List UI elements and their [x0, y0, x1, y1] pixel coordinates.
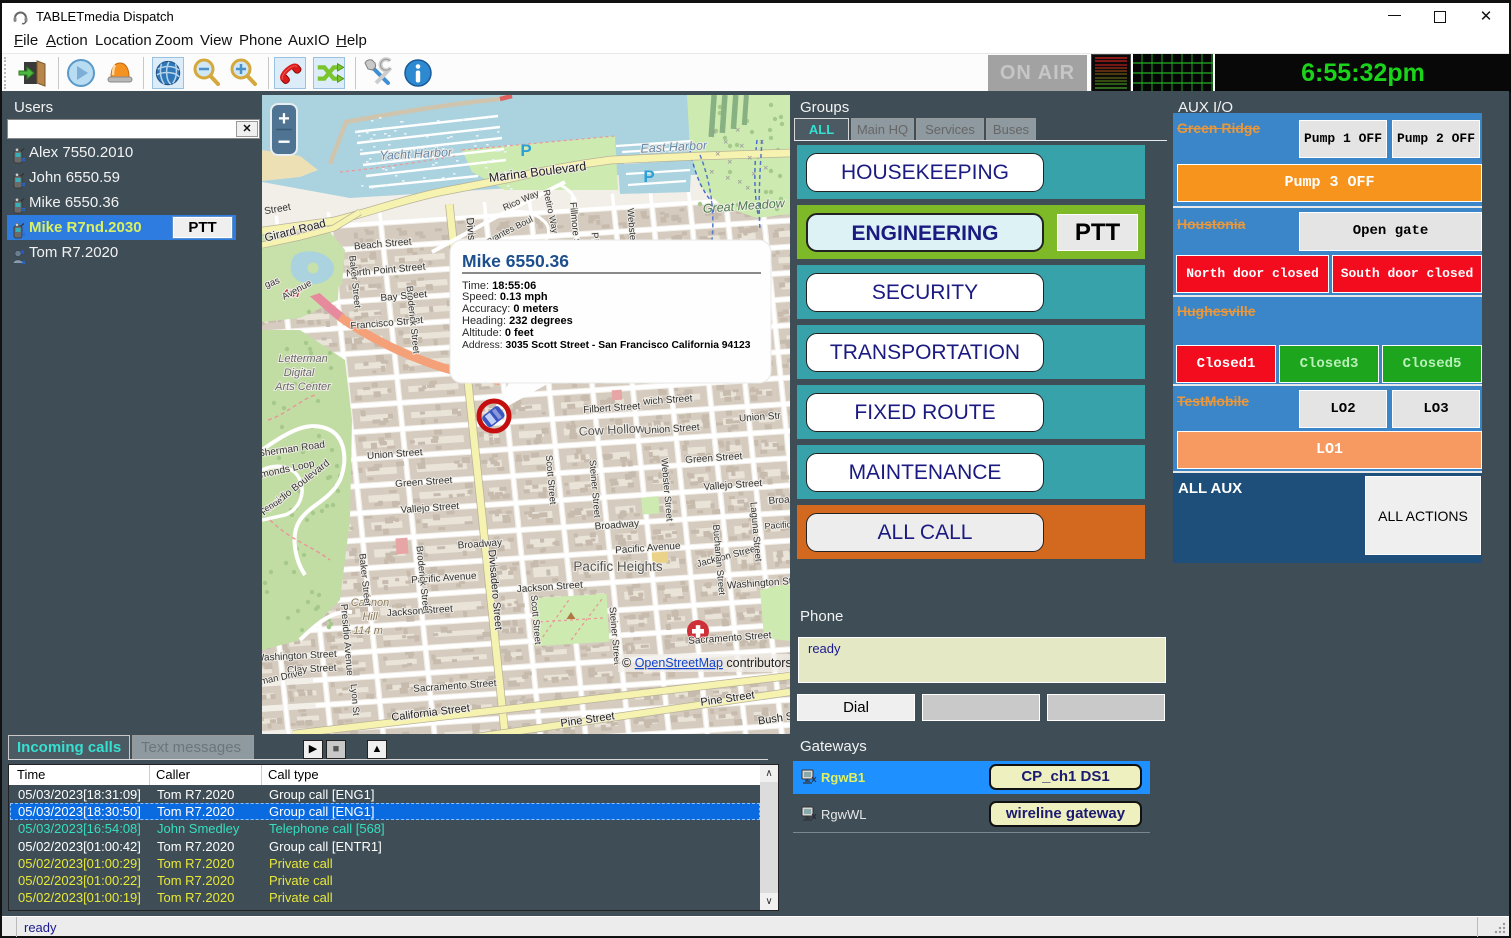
svg-text:Pacific Heights: Pacific Heights [573, 559, 663, 574]
svg-text:Letterman: Letterman [278, 353, 328, 365]
svg-text:Digital: Digital [284, 367, 315, 379]
svg-text:Heading: 232 degrees: Heading: 232 degrees [462, 315, 573, 327]
svg-text:−: − [278, 129, 291, 154]
svg-text:+: + [278, 108, 290, 130]
svg-text:© OpenStreetMap contributors: © OpenStreetMap contributors [622, 656, 790, 670]
svg-text:Speed: 0.13 mph: Speed: 0.13 mph [462, 291, 548, 303]
svg-text:Hill: Hill [362, 611, 378, 623]
svg-text:Accuracy: 0 meters: Accuracy: 0 meters [462, 303, 559, 315]
svg-text:P: P [643, 167, 654, 186]
svg-text:114 m: 114 m [353, 625, 383, 637]
svg-text:Mike 6550.36: Mike 6550.36 [462, 251, 569, 271]
svg-text:Arts Center: Arts Center [274, 381, 332, 393]
svg-text:Altitude: 0 feet: Altitude: 0 feet [462, 327, 534, 339]
svg-text:Broad: Broad [768, 494, 790, 507]
svg-text:Pacific A: Pacific A [764, 519, 790, 531]
svg-text:P: P [520, 141, 531, 160]
svg-text:Address: 3035 Scott Street -: Address: 3035 Scott Street - San Francis… [462, 340, 751, 351]
